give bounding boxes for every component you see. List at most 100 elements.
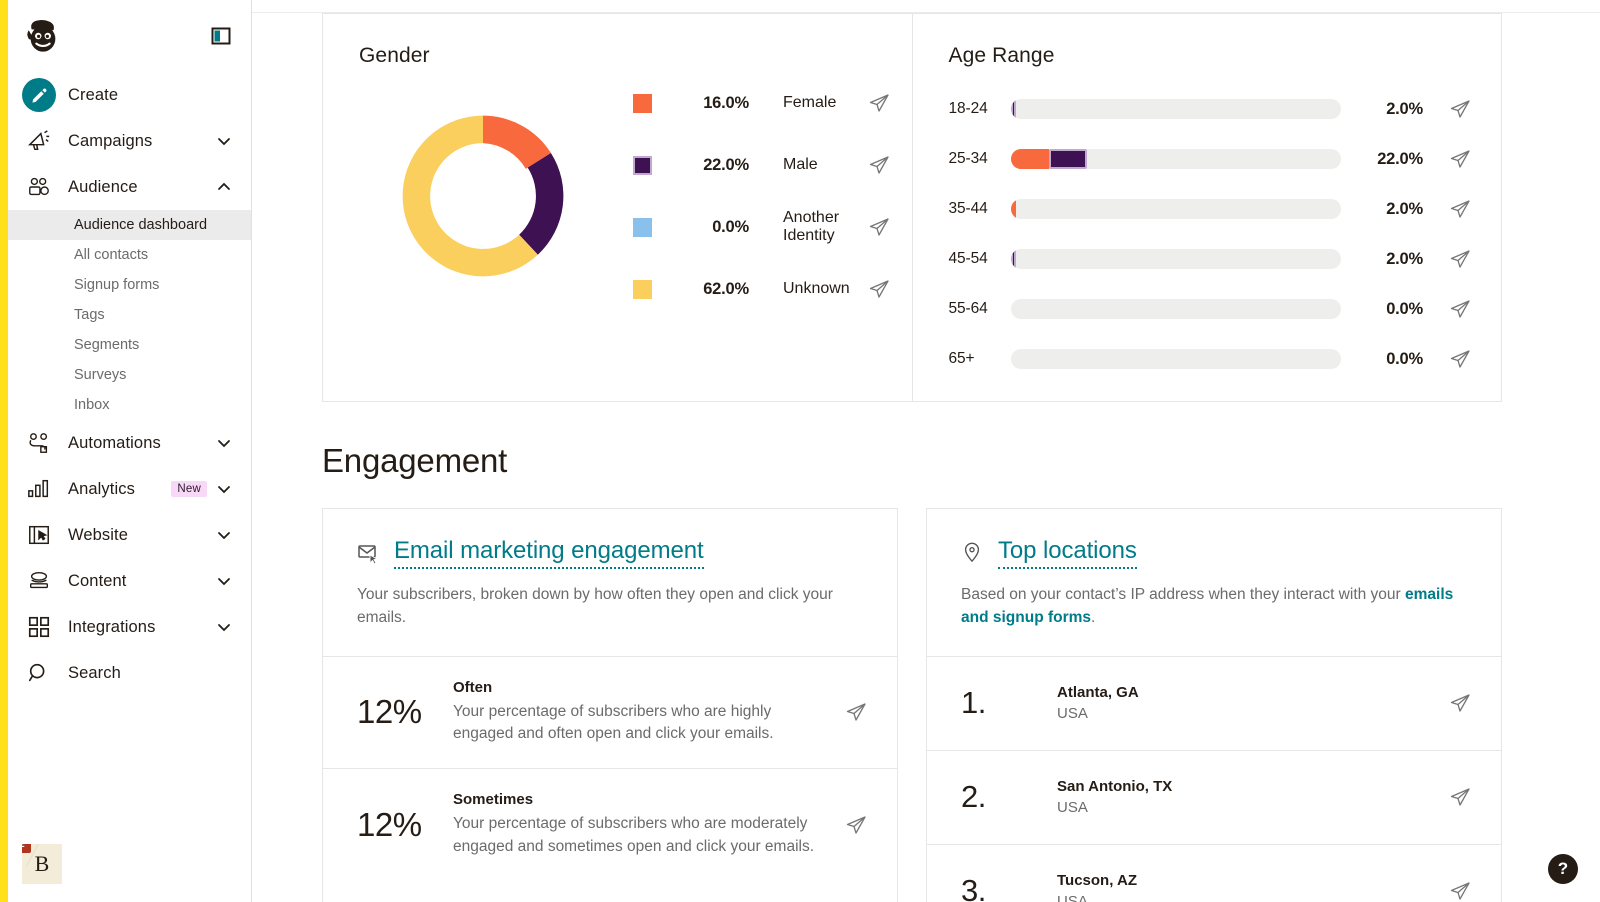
email-engagement-title-row: Email marketing engagement [357, 537, 867, 569]
sidebar-item-signup-forms[interactable]: Signup forms [8, 270, 251, 300]
age-row-25-34: 25-34 22.0% [913, 134, 1502, 184]
sidebar-item-integrations[interactable]: Integrations [8, 604, 251, 650]
search-icon [26, 660, 52, 686]
chevron-down-icon[interactable] [217, 528, 231, 542]
age-value: 2.0% [1386, 99, 1423, 118]
age-value: 0.0% [1386, 299, 1423, 318]
send-icon[interactable] [1449, 298, 1471, 320]
sidebar-item-all-contacts[interactable]: All contacts [8, 240, 251, 270]
email-engagement-link[interactable]: Email marketing engagement [394, 537, 704, 569]
send-icon[interactable] [845, 814, 867, 836]
gender-donut-chart [323, 98, 623, 294]
sidebar-item-automations[interactable]: Automations [8, 420, 251, 466]
age-label: 65+ [948, 350, 975, 367]
main-content: Gender 16.0% Female 22.0% Male 0.0% Anot… [252, 0, 1600, 902]
mailchimp-monkey-logo[interactable] [24, 17, 62, 55]
age-row-18-24: 18-24 2.0% [913, 84, 1502, 134]
age-bar-track [1010, 99, 1341, 119]
send-icon[interactable] [1449, 692, 1471, 714]
age-row-35-44: 35-44 2.0% [913, 184, 1502, 234]
chevron-down-icon[interactable] [217, 574, 231, 588]
age-label: 45-54 [948, 250, 988, 267]
sidebar-item-campaigns[interactable]: Campaigns [8, 118, 251, 164]
age-bar-track [1010, 249, 1341, 269]
section-divider [252, 12, 1600, 13]
location-rank: 2. [961, 779, 986, 814]
legend-label-female: Female [783, 94, 837, 111]
legend-value-female: 16.0% [703, 93, 749, 112]
people-icon [26, 174, 52, 200]
status-badge-new: New [171, 481, 207, 497]
sidebar-item-website[interactable]: Website [8, 512, 251, 558]
sidebar-item-create[interactable]: Create [8, 72, 251, 118]
avatar-initial: B [34, 851, 50, 876]
location-rank: 3. [961, 873, 986, 902]
send-icon[interactable] [1449, 198, 1471, 220]
legend-label-male: Male [783, 156, 818, 173]
engagement-row-sometimes: 12% Sometimes Your percentage of subscri… [323, 768, 897, 881]
window-cursor-icon [26, 522, 52, 548]
engagement-percent: 12% [357, 806, 422, 844]
legend-label-another-identity: Another Identity [783, 209, 840, 244]
age-range-chart: 18-24 2.0% 25-34 22.0% 35-44 2.0% 45-54 … [913, 68, 1502, 384]
sidebar-item-analytics[interactable]: Analytics New [8, 466, 251, 512]
age-label: 25-34 [948, 150, 988, 167]
legend-value-male: 22.0% [703, 155, 749, 174]
sidebar-item-inbox[interactable]: Inbox [8, 390, 251, 420]
send-icon[interactable] [845, 701, 867, 723]
send-icon[interactable] [868, 278, 890, 300]
location-city: San Antonio, TX [1057, 778, 1173, 795]
gender-legend: 16.0% Female 22.0% Male 0.0% Another Ide… [623, 72, 912, 320]
send-icon[interactable] [1449, 98, 1471, 120]
age-bar-track [1010, 149, 1341, 169]
chevron-up-icon[interactable] [217, 180, 231, 194]
engagement-description: Your percentage of subscribers who are h… [453, 702, 774, 743]
megaphone-icon [26, 128, 52, 154]
location-row-3: 3. Tucson, AZ USA [927, 843, 1501, 902]
chevron-down-icon[interactable] [217, 436, 231, 450]
sidebar-item-segments[interactable]: Segments [8, 330, 251, 360]
sidebar-header [8, 0, 251, 72]
location-rank: 1. [961, 685, 986, 720]
sidebar-item-content[interactable]: Content [8, 558, 251, 604]
age-bar-segment-female [1010, 199, 1016, 219]
engagement-percent: 12% [357, 693, 422, 731]
help-button[interactable]: ? [1548, 854, 1578, 884]
sidebar-item-search[interactable]: Search [8, 650, 251, 696]
sidebar-item-audience[interactable]: Audience [8, 164, 251, 210]
demographics-card: Gender 16.0% Female 22.0% Male 0.0% Anot… [322, 13, 1502, 402]
age-value: 22.0% [1377, 149, 1423, 168]
chevron-down-icon[interactable] [217, 482, 231, 496]
sidebar-item-label: Content [68, 571, 127, 590]
description-prefix: Based on your contact’s IP address when … [961, 586, 1406, 603]
location-country: USA [1057, 799, 1088, 816]
avatar[interactable]: B 2 [22, 844, 62, 884]
legend-swatch-unknown [633, 279, 652, 299]
sidebar-item-tags[interactable]: Tags [8, 300, 251, 330]
sidebar-sub-label: Inbox [74, 397, 110, 413]
sidebar-item-label: Search [68, 663, 121, 682]
age-bar-segment-male [1010, 99, 1016, 119]
send-icon[interactable] [868, 154, 890, 176]
age-bar-segment-female [1010, 149, 1049, 169]
page-title-engagement: Engagement [322, 442, 508, 479]
email-engagement-description: Your subscribers, broken down by how oft… [357, 586, 833, 627]
send-icon[interactable] [1449, 348, 1471, 370]
chevron-down-icon[interactable] [217, 620, 231, 634]
send-icon[interactable] [1449, 786, 1471, 808]
sidebar-sub-label: Surveys [74, 367, 127, 383]
email-engagement-header: Email marketing engagement Your subscrib… [323, 509, 897, 656]
send-icon[interactable] [868, 92, 890, 114]
location-text: San Antonio, TX USA [1057, 778, 1449, 816]
bar-chart-icon [26, 476, 52, 502]
send-icon[interactable] [1449, 148, 1471, 170]
location-city: Atlanta, GA [1057, 684, 1139, 701]
send-icon[interactable] [1449, 248, 1471, 270]
top-locations-link[interactable]: Top locations [998, 537, 1137, 569]
sidebar-item-surveys[interactable]: Surveys [8, 360, 251, 390]
send-icon[interactable] [1449, 880, 1471, 902]
panel-collapse-icon[interactable] [211, 26, 231, 46]
chevron-down-icon[interactable] [217, 134, 231, 148]
sidebar-item-audience-dashboard[interactable]: Audience dashboard [8, 210, 251, 240]
send-icon[interactable] [868, 216, 890, 238]
